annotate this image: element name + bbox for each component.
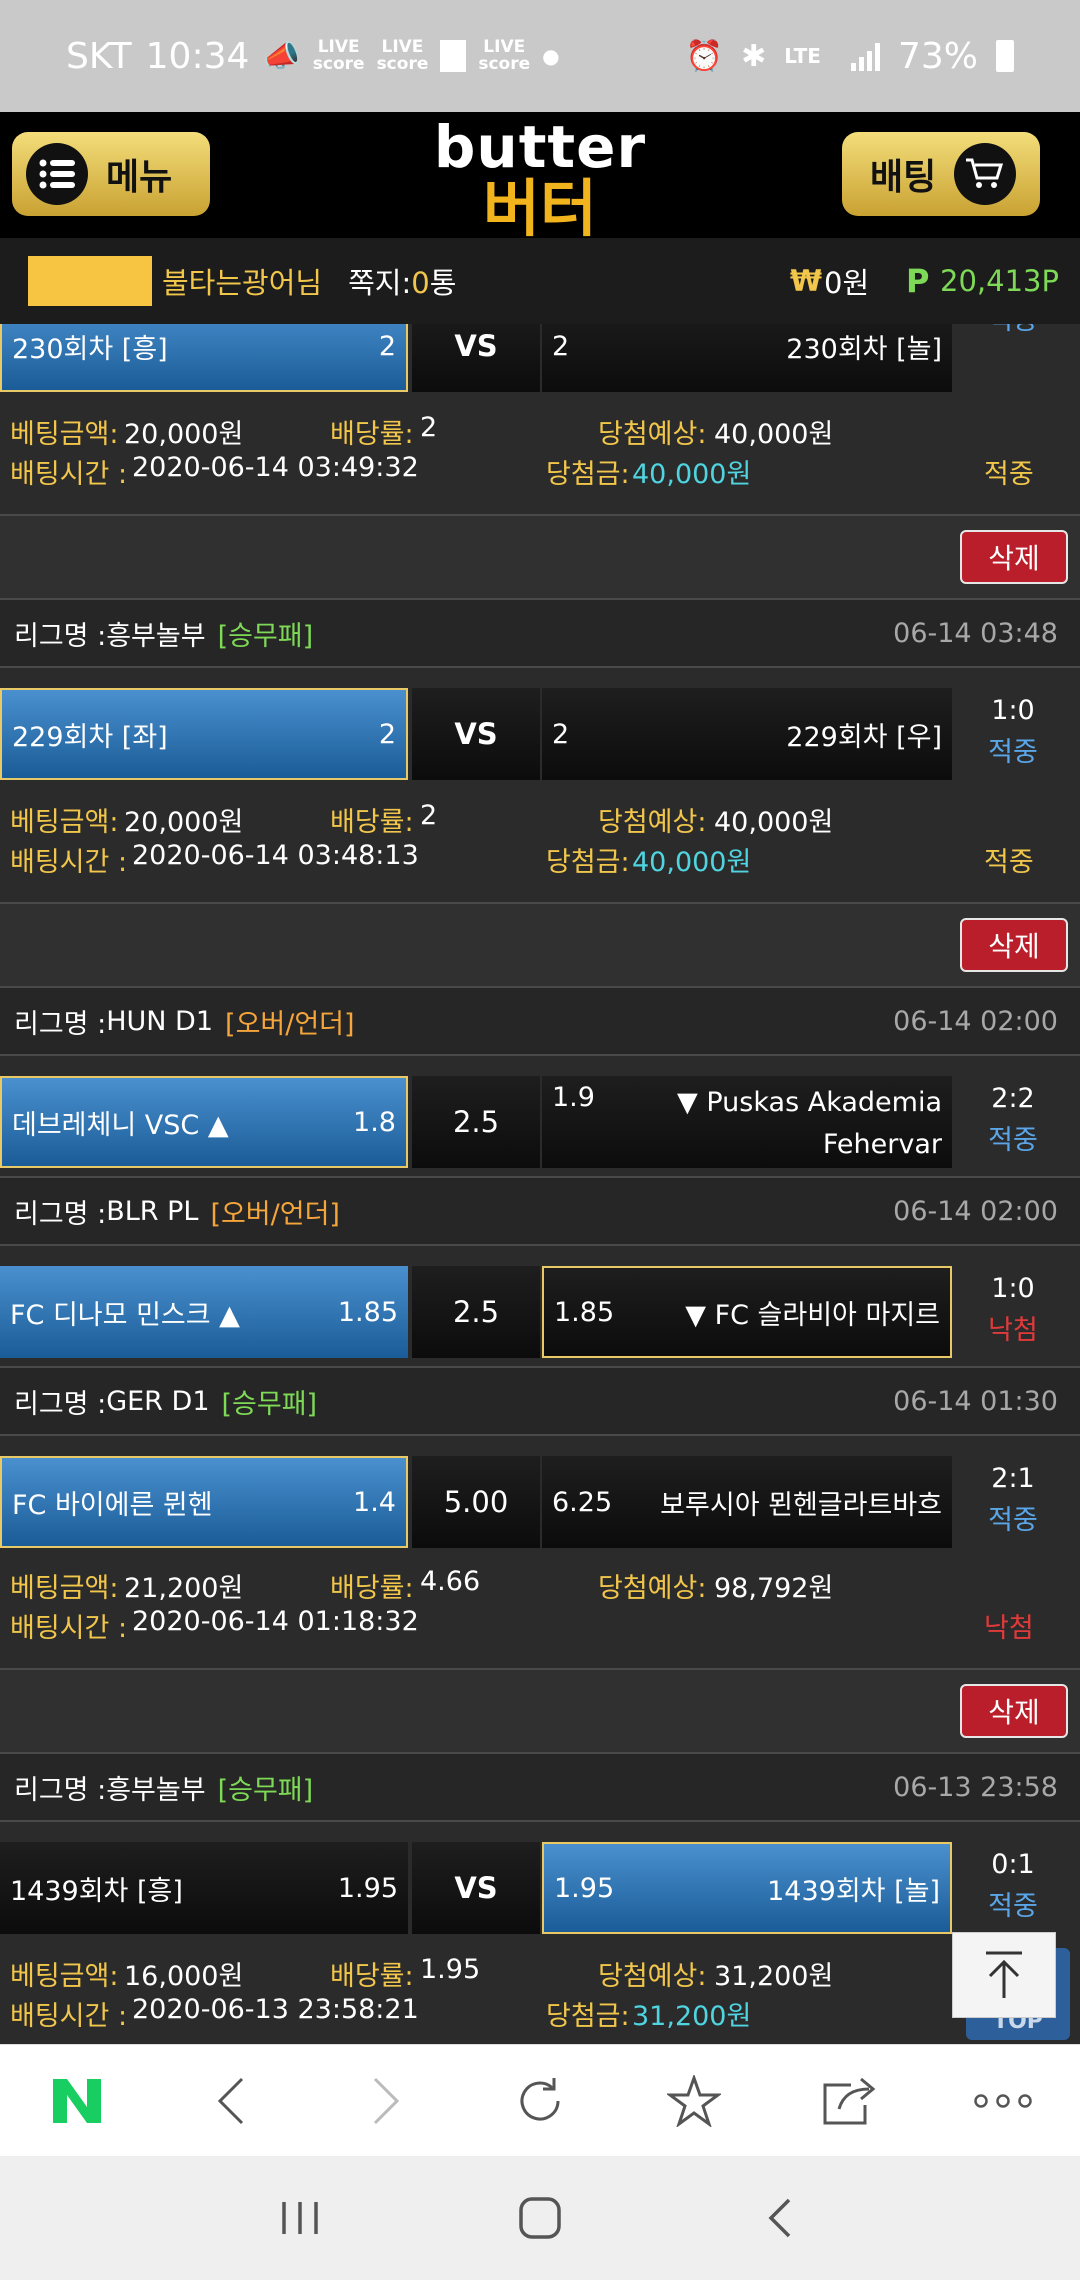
delete-button[interactable]: 삭제 [960, 1684, 1068, 1738]
match-row: FC 디나모 민스크 ▲ 1.85 2.5 1.85 ▼ FC 슬라비아 마지르 1… [0, 1266, 1080, 1360]
league-header: 리그명 : HUN D1 [오버/언더] 06-14 02:00 [0, 986, 1080, 1056]
match-result: 2:1 적중 [988, 1463, 1038, 1536]
menu-button[interactable]: 메뉴 [12, 132, 210, 216]
delete-button[interactable]: 삭제 [960, 918, 1068, 972]
home-pick[interactable]: FC 디나모 민스크 ▲ 1.85 [0, 1266, 408, 1358]
menu-label: 메뉴 [106, 157, 173, 198]
list-icon [26, 143, 88, 205]
notes-link[interactable]: 쪽지:0통 [348, 260, 456, 302]
naver-home-icon[interactable] [37, 2061, 117, 2141]
match-result: 1:0 낙첨 [988, 1273, 1038, 1346]
image-icon [440, 40, 467, 72]
delete-row: 삭제 [0, 514, 1080, 598]
bet-summary: 베팅금액: 21,200원 배당률: 4.66 당첨예상: 98,792원 [10, 1566, 834, 1604]
forward-icon[interactable] [346, 2061, 426, 2141]
share-icon[interactable] [809, 2061, 889, 2141]
live-score-icon: LIVE score [376, 37, 429, 74]
money-balance: 0원 [824, 266, 870, 300]
home-pick[interactable]: FC 바이에른 뮌헨 1.4 [0, 1456, 408, 1548]
bet-time-row: 배팅시간 : 2020-06-13 23:58:21 당첨금: 31,200원 [10, 1994, 752, 2032]
bluetooth-icon: ✱ [741, 38, 767, 74]
signal-icon [850, 41, 880, 71]
match-row: 230회차 [흥]2 VS 2230회차 [놀] 적중 [0, 324, 1080, 394]
league-header: 리그명 : 흥부놀부 [승무패] 06-14 03:48 [0, 598, 1080, 668]
more-icon[interactable] [963, 2061, 1043, 2141]
clock: 10:34 [145, 35, 250, 77]
handicap-cell: 2.5 [412, 1266, 540, 1358]
bet-time-row: 배팅시간 : 2020-06-14 03:48:13 당첨금: 40,000원 적… [10, 840, 1034, 878]
home-pick[interactable]: 229회차 [좌] 2 [0, 688, 408, 780]
away-pick[interactable]: 6.25 보루시아 묀헨글라트바흐 [542, 1456, 952, 1548]
scroll-to-top-button[interactable] [952, 1932, 1056, 2018]
carrier: SKT [66, 35, 132, 77]
vs-cell: VS [412, 1842, 540, 1934]
match-row: 1439회차 [흥] 1.95 VS 1.95 1439회차 [놀] 0:1 적중 [0, 1842, 1080, 1936]
megaphone-icon: 📣 [263, 38, 301, 74]
browser-toolbar [0, 2044, 1080, 2156]
bet-history-list: 230회차 [흥]2 VS 2230회차 [놀] 적중 베팅금액:20,000원… [0, 324, 1080, 2044]
delete-row: 삭제 [0, 1668, 1080, 1752]
away-pick[interactable]: 2 230회차 [놀] [542, 324, 952, 392]
live-score-icon: LIVE score [478, 37, 531, 74]
bet-summary: 베팅금액: 20,000원 배당률: 2 당첨예상: 40,000원 [10, 800, 834, 838]
cart-icon [954, 143, 1017, 205]
redacted-username [28, 256, 152, 306]
bet-time-row: 배팅시간 : 2020-06-14 01:18:32 낙첨 [10, 1606, 1034, 1644]
bet-status: 적중 [984, 847, 1034, 878]
match-row: FC 바이에른 뮌헨 1.4 5.00 6.25 보루시아 묀헨글라트바흐 2:1 적… [0, 1456, 1080, 1550]
bet-status: 적중 [984, 459, 1034, 490]
handicap-cell: 2.5 [412, 1076, 540, 1168]
away-pick[interactable]: 2 229회차 [우] [542, 688, 952, 780]
match-row: 데브레체니 VSC ▲ 1.8 2.5 1.9 ▼ Puskas Akademia… [0, 1076, 1080, 1170]
status-bar: SKT 10:34 📣 LIVE score LIVE score LIVE scor… [0, 0, 1080, 112]
refresh-icon[interactable] [500, 2061, 580, 2141]
league-header: 리그명 : BLR PL [오버/언더] 06-14 02:00 [0, 1176, 1080, 1246]
home-pick[interactable]: 데브레체니 VSC ▲ 1.8 [0, 1076, 408, 1168]
delete-row: 삭제 [0, 902, 1080, 986]
draw-cell[interactable]: 5.00 [412, 1456, 540, 1548]
won-icon: ₩ [790, 264, 822, 298]
delete-button[interactable]: 삭제 [960, 530, 1068, 584]
system-nav-bar [0, 2156, 1080, 2280]
bet-time-row: 배팅시간 : 2020-06-14 03:49:32 당첨금: 40,000원 적… [10, 452, 1034, 490]
system-back-icon[interactable] [740, 2178, 820, 2258]
match-result: 2:2 적중 [988, 1083, 1038, 1156]
site-logo[interactable]: butter 버터 [420, 118, 660, 240]
away-pick[interactable]: 1.85 ▼ FC 슬라비아 마지르 [542, 1266, 952, 1358]
away-pick[interactable]: 1.95 1439회차 [놀] [542, 1842, 952, 1934]
away-pick[interactable]: 1.9 ▼ Puskas Akademia Fehervar [542, 1076, 952, 1168]
user-info-bar: 불타는광어님 쪽지:0통 ₩ 0원 P 20,413P [0, 238, 1080, 324]
bet-label: 배팅 [870, 157, 937, 198]
match-result: 0:1 적중 [988, 1849, 1038, 1922]
user-nickname: 불타는광어님 [162, 266, 323, 300]
league-header: 리그명 : 흥부놀부 [승무패] 06-13 23:58 [0, 1752, 1080, 1822]
bet-summary: 베팅금액: 16,000원 배당률: 1.95 당첨예상: 31,200원 [10, 1954, 834, 1992]
match-row: 229회차 [좌] 2 VS 2 229회차 [우] 1:0 적중 [0, 688, 1080, 782]
bet-status: 낙첨 [984, 1613, 1034, 1644]
point-balance: 20,413P [940, 264, 1059, 298]
back-icon[interactable] [191, 2061, 271, 2141]
arrow-up-icon [986, 1951, 1022, 1998]
home-pick[interactable]: 230회차 [흥] 2 [0, 324, 408, 392]
vs-cell: VS [412, 688, 540, 780]
live-score-icon: LIVE score [312, 37, 365, 74]
home-pick[interactable]: 1439회차 [흥] 1.95 [0, 1842, 408, 1934]
dot-icon: ● [542, 44, 560, 68]
bet-summary: 베팅금액: 20,000원 배당률: 2 당첨예상: 40,000원 [10, 412, 834, 450]
recent-apps-icon[interactable] [260, 2178, 340, 2258]
match-result: 1:0 적중 [988, 695, 1038, 768]
betting-cart-button[interactable]: 배팅 [842, 132, 1040, 216]
network-type: LTE [784, 43, 821, 68]
league-header: 리그명 : GER D1 [승무패] 06-14 01:30 [0, 1366, 1080, 1436]
match-result: 적중 [968, 324, 1058, 342]
alarm-icon: ⏰ [685, 38, 724, 74]
point-icon: P [906, 262, 930, 300]
battery-percent: 73% [897, 35, 978, 77]
battery-icon [996, 40, 1014, 72]
star-icon[interactable] [654, 2061, 734, 2141]
home-icon[interactable] [500, 2178, 580, 2258]
vs-cell: VS [412, 324, 540, 392]
